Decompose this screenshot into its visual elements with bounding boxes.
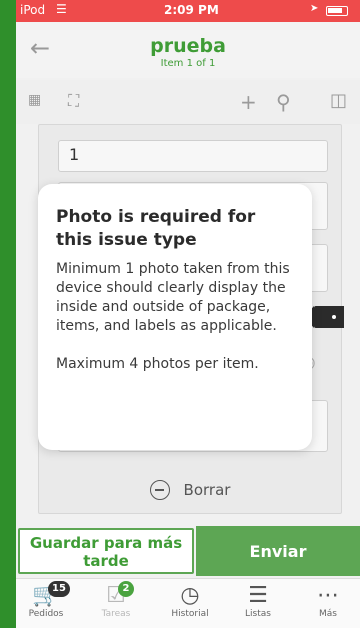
tooltip-note: Maximum 4 photos per item. [56, 356, 259, 372]
tab-label: Tareas [101, 609, 131, 619]
send-button[interactable]: Enviar [196, 526, 360, 576]
wifi-icon: ☰ [56, 2, 67, 16]
battery-icon [326, 6, 348, 16]
clock-icon: ◷ [180, 583, 200, 608]
orders-badge: 15 [48, 581, 70, 597]
barcode-scan-icon[interactable]: ▦ [28, 92, 41, 108]
tab-label: Listas [245, 609, 271, 619]
more-icon: ⋯ [317, 583, 339, 608]
delete-button[interactable]: Borrar [38, 466, 342, 514]
tab-pedidos[interactable]: 🛒 15 Pedidos [18, 581, 74, 619]
minus-circle-icon [149, 480, 170, 500]
tab-mas[interactable]: ⋯ Más [300, 583, 356, 619]
tab-label: Más [319, 609, 337, 619]
list-icon: ☰ [248, 583, 268, 608]
fullscreen-icon[interactable]: ⛶ [68, 91, 79, 111]
tab-label: Historial [171, 609, 209, 619]
tag-icon[interactable] [304, 306, 344, 328]
page-title: prueba [150, 35, 226, 57]
tab-tareas[interactable]: ☑ 2 Tareas [88, 581, 144, 619]
book-icon[interactable]: ◫ [330, 90, 347, 111]
delete-label: Borrar [183, 481, 231, 499]
toolbar: ▦ ⛶ + ⚲ ◫ [16, 80, 360, 124]
tooltip-body: Minimum 1 photo taken from this device s… [56, 261, 290, 334]
save-for-later-button[interactable]: Guardar para más tarde [18, 528, 194, 574]
location-icon: ➤ [310, 3, 319, 14]
tooltip-heading: Photo is required for this issue type [56, 207, 256, 250]
add-icon[interactable]: + [240, 90, 257, 114]
tab-historial[interactable]: ◷ Historial [162, 583, 218, 619]
clock-time: 2:09 PM [164, 3, 219, 17]
item-counter: Item 1 of 1 [160, 58, 216, 69]
quantity-field[interactable]: 1 [58, 140, 328, 172]
tab-bar: 🛒 15 Pedidos ☑ 2 Tareas ◷ Historial ☰ List… [16, 578, 360, 628]
tasks-icon: ☑ 2 [88, 581, 144, 609]
app-screen: iPod ☰ 2:09 PM ➤ ← prueba Item 1 of 1 ▦ … [16, 0, 360, 628]
tasks-badge: 2 [118, 581, 134, 597]
carrier-label: iPod [20, 3, 46, 17]
photo-required-tooltip[interactable]: Photo is required for this issue type Mi… [38, 184, 312, 450]
header: ← prueba Item 1 of 1 [16, 22, 360, 78]
cart-icon: 🛒 15 [18, 581, 74, 609]
search-icon[interactable]: ⚲ [276, 90, 291, 114]
status-bar: iPod ☰ 2:09 PM ➤ [16, 0, 360, 22]
tab-listas[interactable]: ☰ Listas [230, 583, 286, 619]
tab-label: Pedidos [28, 609, 64, 619]
